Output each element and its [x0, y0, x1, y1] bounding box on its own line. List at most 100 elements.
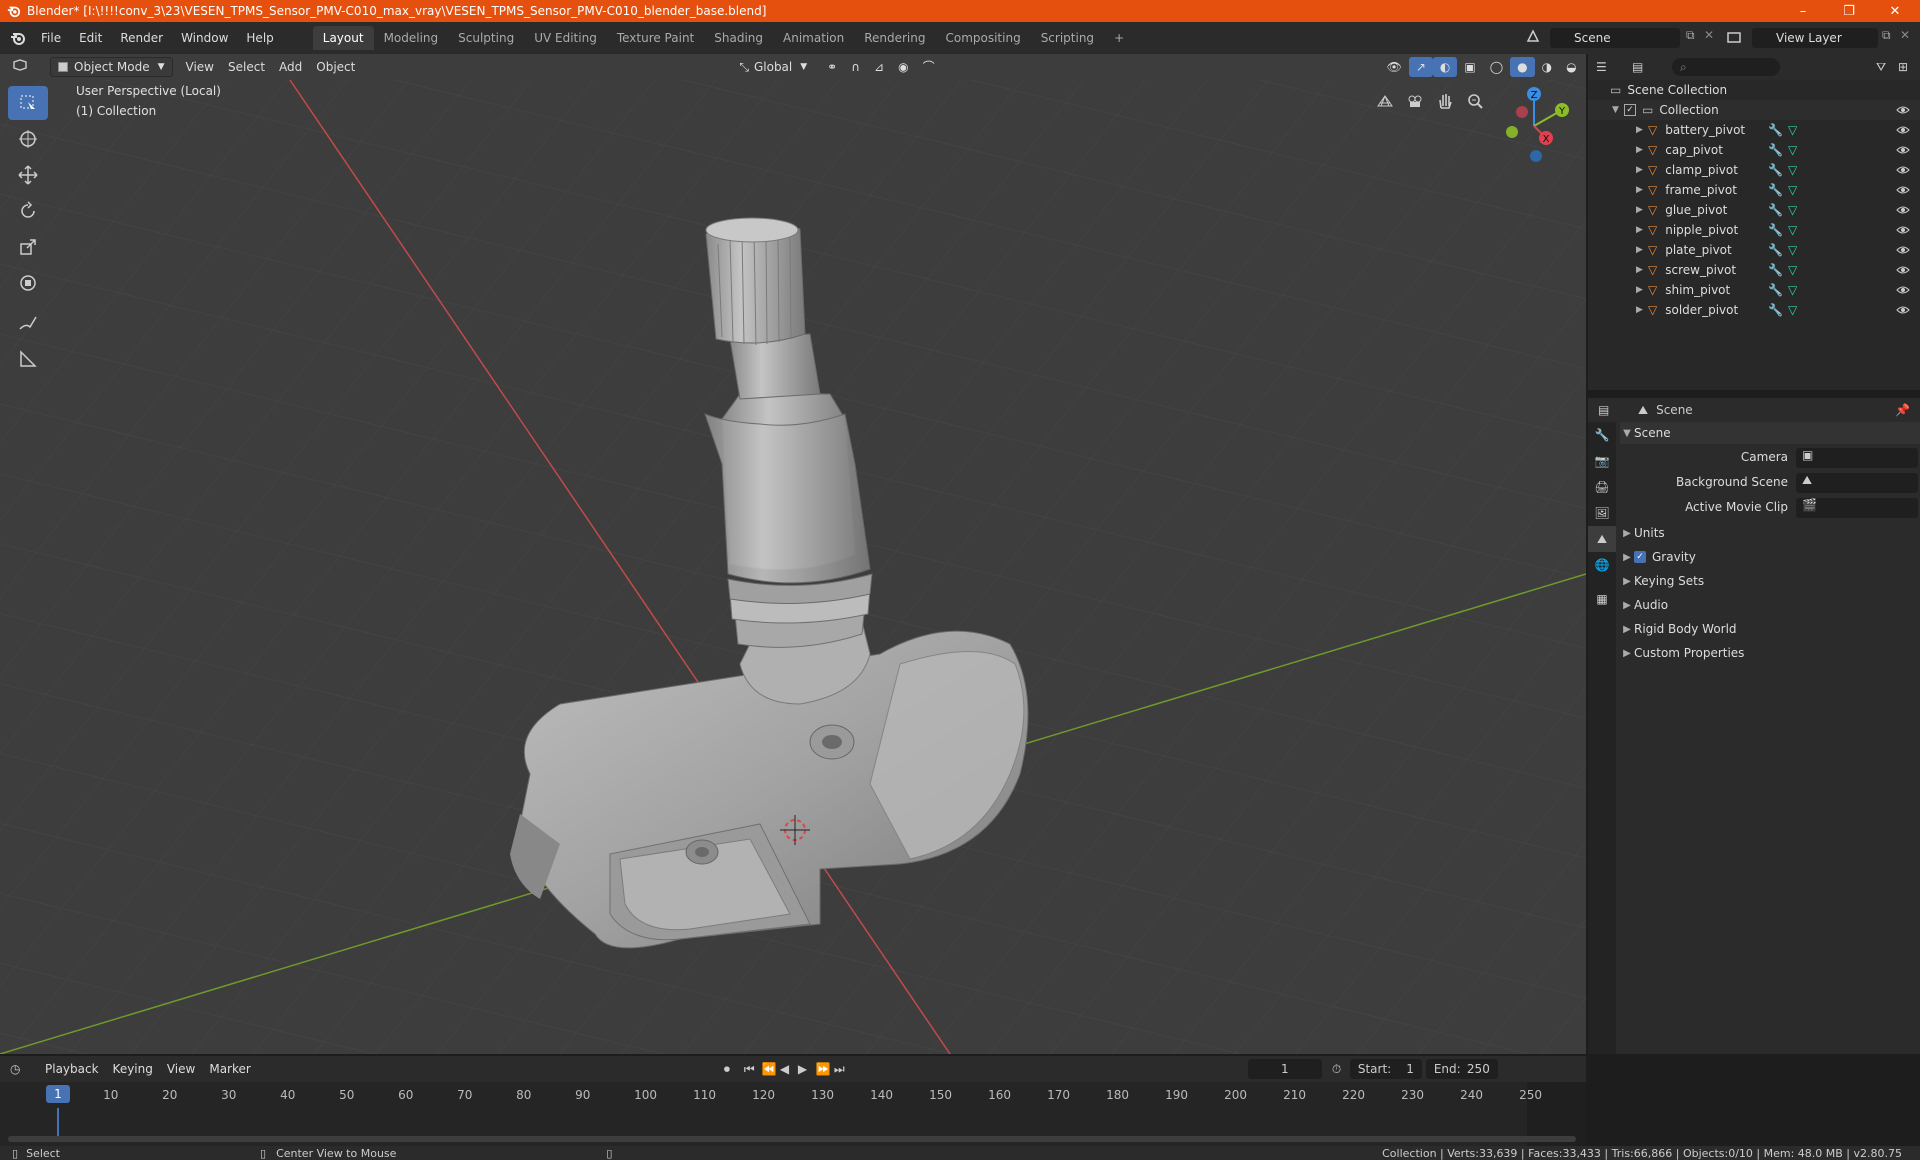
- wrench-icon[interactable]: 🔧: [1768, 123, 1783, 137]
- pivot-point-icon[interactable]: ⚭: [820, 57, 844, 77]
- menu-file[interactable]: File: [32, 27, 70, 49]
- tab-layout[interactable]: Layout: [312, 26, 374, 50]
- new-collection-icon[interactable]: ⊞: [1898, 60, 1918, 74]
- timeline-menu-view[interactable]: View: [160, 1059, 202, 1079]
- neg-x-handle[interactable]: [1516, 106, 1528, 118]
- scale-tool[interactable]: [8, 230, 48, 264]
- scene-tab-icon[interactable]: ⛰: [1588, 526, 1616, 552]
- move-tool[interactable]: [8, 158, 48, 192]
- neg-z-handle[interactable]: [1530, 150, 1542, 162]
- blender-menu-icon[interactable]: [10, 30, 26, 46]
- visibility-icon[interactable]: 👁: [1380, 57, 1409, 77]
- tool-tab-icon[interactable]: 🔧: [1588, 422, 1616, 448]
- world-tab-icon[interactable]: 🌐: [1588, 552, 1616, 578]
- wrench-icon[interactable]: 🔧: [1768, 223, 1783, 237]
- units-panel[interactable]: ▶ Units: [1620, 522, 1920, 544]
- tab-uv-editing[interactable]: UV Editing: [524, 26, 607, 50]
- play-icon[interactable]: ▶: [798, 1062, 816, 1076]
- eye-icon[interactable]: [1896, 103, 1910, 117]
- play-reverse-icon[interactable]: ◀: [780, 1062, 798, 1076]
- editor-type-icon[interactable]: [10, 57, 36, 77]
- start-frame-field[interactable]: Start: 1: [1349, 1059, 1422, 1079]
- record-icon[interactable]: ⏺: [724, 1062, 744, 1077]
- tab-compositing[interactable]: Compositing: [935, 26, 1030, 50]
- tab-texture-paint[interactable]: Texture Paint: [607, 26, 704, 50]
- minimize-button[interactable]: –: [1780, 0, 1826, 22]
- custom-properties-panel[interactable]: ▶ Custom Properties: [1620, 642, 1920, 664]
- background-scene-field[interactable]: ⛰: [1796, 473, 1918, 493]
- end-frame-field[interactable]: End: 250: [1425, 1059, 1498, 1079]
- jump-start-icon[interactable]: ⏮: [744, 1062, 762, 1077]
- expand-arrow-icon[interactable]: ▶: [1636, 225, 1648, 235]
- tab-sculpting[interactable]: Sculpting: [448, 26, 524, 50]
- expand-arrow-icon[interactable]: ▶: [1636, 125, 1648, 135]
- viewport-menu-view[interactable]: View: [179, 57, 221, 77]
- scene-collection-row[interactable]: ▭ Scene Collection: [1588, 80, 1920, 100]
- proportional-edit-icon[interactable]: ◉: [891, 57, 915, 77]
- checkbox-icon[interactable]: ✓: [1624, 104, 1636, 116]
- outliner-object-row[interactable]: ▶ ▽ shim_pivot 🔧 ▽: [1588, 280, 1920, 300]
- viewport-menu-object[interactable]: Object: [309, 57, 362, 77]
- scene-panel-header[interactable]: ▼ Scene: [1620, 422, 1920, 444]
- eye-icon[interactable]: [1896, 263, 1910, 277]
- view-layer-selector[interactable]: View Layer: [1752, 28, 1878, 48]
- timeline-menu-marker[interactable]: Marker: [202, 1059, 257, 1079]
- stopwatch-icon[interactable]: ⏱: [1332, 1062, 1350, 1077]
- timeline-scrollbar[interactable]: [8, 1136, 1576, 1142]
- mesh-data-icon[interactable]: ▽: [1788, 283, 1797, 297]
- mesh-data-icon[interactable]: ▽: [1788, 303, 1797, 317]
- playhead-frame-indicator[interactable]: 1: [46, 1085, 70, 1103]
- mesh-data-icon[interactable]: ▽: [1788, 263, 1797, 277]
- outliner-object-row[interactable]: ▶ ▽ screw_pivot 🔧 ▽: [1588, 260, 1920, 280]
- wrench-icon[interactable]: 🔧: [1768, 143, 1783, 157]
- outliner-search-input[interactable]: ⌕: [1672, 58, 1780, 76]
- annotate-tool[interactable]: [8, 306, 48, 340]
- outliner-editor-icon[interactable]: ☰: [1596, 60, 1622, 74]
- expand-arrow-icon[interactable]: ▶: [1636, 145, 1648, 155]
- wrench-icon[interactable]: 🔧: [1768, 263, 1783, 277]
- wireframe-shading-icon[interactable]: ◯: [1483, 57, 1510, 77]
- gravity-checkbox[interactable]: ✓: [1634, 551, 1646, 563]
- select-box-tool[interactable]: [8, 86, 48, 120]
- display-mode-icon[interactable]: ▤: [1632, 60, 1658, 74]
- snap-icon[interactable]: ∩: [844, 57, 867, 77]
- delete-scene-icon[interactable]: ✕: [1704, 28, 1718, 48]
- mesh-data-icon[interactable]: ▽: [1788, 223, 1797, 237]
- neg-y-handle[interactable]: [1506, 126, 1518, 138]
- expand-arrow-icon[interactable]: ▶: [1636, 185, 1648, 195]
- outliner-object-row[interactable]: ▶ ▽ nipple_pivot 🔧 ▽: [1588, 220, 1920, 240]
- snap-target-icon[interactable]: ⊿: [867, 57, 891, 77]
- rendered-shading-icon[interactable]: ◒: [1559, 57, 1583, 77]
- outliner-object-row[interactable]: ▶ ▽ solder_pivot 🔧 ▽: [1588, 300, 1920, 320]
- expand-arrow-icon[interactable]: ▶: [1636, 285, 1648, 295]
- measure-tool[interactable]: [8, 342, 48, 376]
- mesh-data-icon[interactable]: ▽: [1788, 203, 1797, 217]
- overlay-toggle-icon[interactable]: ◐: [1432, 57, 1458, 77]
- wrench-icon[interactable]: 🔧: [1768, 183, 1783, 197]
- mesh-data-icon[interactable]: ▽: [1788, 163, 1797, 177]
- xray-icon[interactable]: ▣: [1457, 57, 1482, 77]
- gravity-panel[interactable]: ▶ ✓ Gravity: [1620, 546, 1920, 568]
- new-scene-icon[interactable]: ⧉: [1686, 28, 1702, 48]
- object-mode-dropdown[interactable]: Object Mode ▼: [50, 57, 173, 77]
- jump-keyframe-back-icon[interactable]: ⏪: [762, 1062, 780, 1076]
- grid-view-icon[interactable]: [1374, 90, 1396, 112]
- tab-shading[interactable]: Shading: [704, 26, 773, 50]
- expand-arrow-icon[interactable]: ▶: [1636, 265, 1648, 275]
- timeline-editor-icon[interactable]: ◷: [10, 1062, 38, 1076]
- tab-scripting[interactable]: Scripting: [1031, 26, 1104, 50]
- eye-icon[interactable]: [1896, 183, 1910, 197]
- eye-icon[interactable]: [1896, 303, 1910, 317]
- rigid-body-world-panel[interactable]: ▶ Rigid Body World: [1620, 618, 1920, 640]
- properties-editor-icon[interactable]: ▤: [1598, 403, 1628, 417]
- active-movie-clip-field[interactable]: 🎬: [1796, 498, 1918, 518]
- rotate-tool[interactable]: [8, 194, 48, 228]
- pin-icon[interactable]: 📌: [1895, 403, 1910, 417]
- eye-icon[interactable]: [1896, 283, 1910, 297]
- eye-icon[interactable]: [1896, 143, 1910, 157]
- keying-sets-panel[interactable]: ▶ Keying Sets: [1620, 570, 1920, 592]
- tab-modeling[interactable]: Modeling: [374, 26, 449, 50]
- eye-icon[interactable]: [1896, 223, 1910, 237]
- scene-icon[interactable]: [1525, 28, 1543, 48]
- tab-animation[interactable]: Animation: [773, 26, 854, 50]
